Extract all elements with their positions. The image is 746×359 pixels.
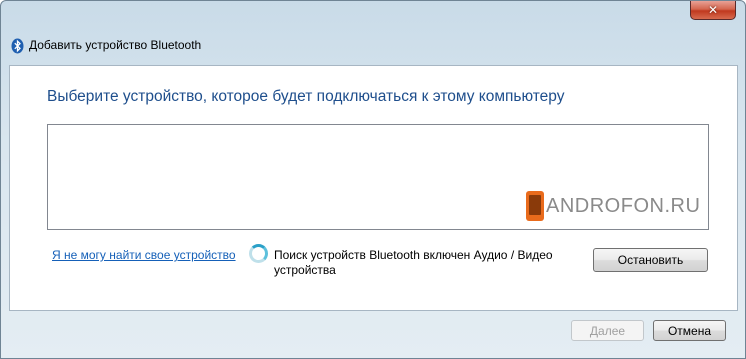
cancel-button[interactable]: Отмена xyxy=(653,320,726,341)
bluetooth-icon xyxy=(11,38,24,54)
stop-button[interactable]: Остановить xyxy=(593,248,708,272)
add-bluetooth-device-window: ✕ Добавить устройство Bluetooth Выберите… xyxy=(0,0,746,359)
close-icon: ✕ xyxy=(707,3,719,17)
search-status-text: Поиск устройств Bluetooth включен Аудио … xyxy=(274,248,553,277)
close-button[interactable]: ✕ xyxy=(690,1,736,20)
page-heading: Выберите устройство, которое будет подкл… xyxy=(47,88,565,105)
watermark-logo-icon xyxy=(526,191,544,221)
watermark-text: ANDROFON.RU xyxy=(546,194,701,217)
content-panel: Выберите устройство, которое будет подкл… xyxy=(9,65,738,311)
title-bar[interactable]: ✕ Добавить устройство Bluetooth xyxy=(1,1,745,65)
watermark: ANDROFON.RU xyxy=(526,189,700,223)
next-button[interactable]: Далее xyxy=(571,320,644,341)
device-list[interactable]: ANDROFON.RU xyxy=(47,124,709,230)
window-title: Добавить устройство Bluetooth xyxy=(29,38,202,52)
cant-find-device-link[interactable]: Я не могу найти свое устройство xyxy=(52,248,236,262)
searching-spinner-icon xyxy=(249,244,268,263)
